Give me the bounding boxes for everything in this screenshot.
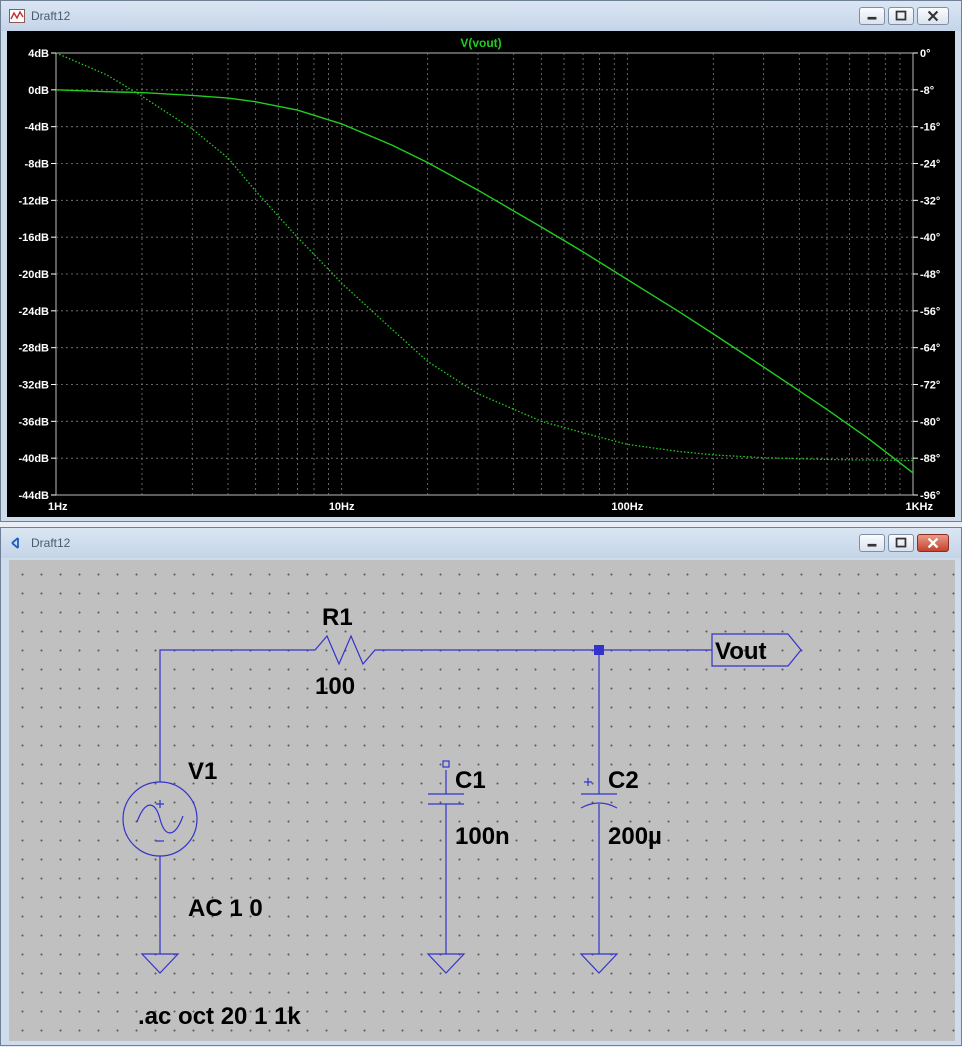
v1-name[interactable]: V1 — [188, 758, 217, 785]
voltage-source-v1[interactable] — [122, 781, 198, 857]
y-tick-label-right: -80° — [920, 416, 940, 428]
waveform-window: Draft12 4dB 0dB -4dB -8dB -12dB -16dB -20dB -24… — [0, 0, 962, 522]
spice-directive[interactable]: .ac oct 20 1 1k — [138, 1003, 301, 1030]
y-tick-label-right: -88° — [920, 453, 940, 465]
x-tick-label: 10Hz — [329, 501, 355, 513]
y-tick-label-right: -56° — [920, 306, 940, 318]
v1-value[interactable]: AC 1 0 — [188, 895, 263, 922]
y-tick-label-left: -40dB — [18, 453, 49, 465]
r1-value[interactable]: 100 — [315, 673, 355, 700]
phase-trace[interactable] — [55, 52, 914, 462]
y-tick-label-left: -44dB — [18, 490, 49, 502]
y-tick-label-left: -16dB — [18, 232, 49, 244]
schematic-canvas[interactable]: R1 100 V1 AC 1 0 C1 100n C2 200µ Vout .a… — [9, 560, 955, 1041]
x-tick-label: 1KHz — [905, 501, 933, 513]
waveform-titlebar[interactable]: Draft12 — [1, 1, 961, 31]
r1-name[interactable]: R1 — [322, 604, 353, 631]
maximize-button[interactable] — [888, 7, 914, 25]
c1-name[interactable]: C1 — [455, 767, 486, 794]
junction-dot — [594, 645, 604, 655]
y-tick-label-left: -24dB — [18, 306, 49, 318]
maximize-button[interactable] — [888, 534, 914, 552]
y-tick-label-right: -72° — [920, 380, 940, 392]
magnitude-trace[interactable] — [55, 89, 914, 474]
y-tick-label-right: -8° — [920, 85, 934, 97]
ground-c2[interactable] — [579, 953, 619, 974]
c1-value[interactable]: 100n — [455, 823, 510, 850]
minimize-button[interactable] — [859, 7, 885, 25]
y-tick-label-left: -20dB — [18, 269, 49, 281]
schematic-window-title: Draft12 — [31, 536, 71, 550]
x-tick-label: 100Hz — [611, 501, 643, 513]
trace-label[interactable]: V(vout) — [460, 36, 501, 50]
maximize-icon — [895, 537, 907, 548]
resistor-r1[interactable] — [303, 634, 377, 666]
waveform-app-icon — [9, 9, 25, 23]
y-tick-label-right: -16° — [920, 122, 940, 134]
y-tick-label-right: -40° — [920, 232, 940, 244]
y-tick-label-right: -32° — [920, 195, 940, 207]
y-tick-label-right: -24° — [920, 159, 940, 171]
y-tick-label-right: 0° — [920, 48, 931, 60]
maximize-icon — [895, 10, 907, 21]
bode-plot: 4dB 0dB -4dB -8dB -12dB -16dB -20dB -24dB -28dB -… — [18, 36, 940, 513]
schematic-titlebar[interactable]: Draft12 — [1, 528, 961, 558]
minimize-button[interactable] — [859, 534, 885, 552]
wire-v1-r1[interactable] — [159, 649, 303, 782]
y-tick-label-left: -8dB — [25, 159, 50, 171]
y-tick-label-left: -36dB — [18, 416, 49, 428]
y-tick-label-left: -32dB — [18, 380, 49, 392]
close-button[interactable] — [917, 7, 949, 25]
vout-label-text[interactable]: Vout — [715, 638, 767, 665]
y-tick-label-right: -64° — [920, 343, 940, 355]
minimize-icon — [867, 16, 877, 20]
schematic-window: Draft12 R1 100 V1 AC 1 0 C1 100n C2 200µ… — [0, 527, 962, 1046]
close-button[interactable] — [917, 534, 949, 552]
y-tick-label-left: -28dB — [18, 343, 49, 355]
waveform-window-title: Draft12 — [31, 9, 71, 23]
y-tick-label-left: 4dB — [28, 48, 49, 60]
y-tick-label-left: -12dB — [18, 195, 49, 207]
x-tick-label: 1Hz — [48, 501, 68, 513]
y-tick-label-right: -48° — [920, 269, 940, 281]
c2-name[interactable]: C2 — [608, 767, 639, 794]
minimize-icon — [867, 543, 877, 547]
close-icon — [927, 10, 939, 22]
close-icon — [927, 537, 939, 549]
ground-v1[interactable] — [140, 953, 180, 974]
y-tick-label-left: -4dB — [25, 122, 50, 134]
plot-frame — [55, 52, 914, 496]
ground-c1[interactable] — [426, 953, 466, 974]
plot-pane[interactable]: 4dB 0dB -4dB -8dB -12dB -16dB -20dB -24dB -28dB -… — [7, 31, 955, 517]
c2-value[interactable]: 200µ — [608, 823, 662, 850]
circuit-schematic: R1 100 V1 AC 1 0 C1 100n C2 200µ Vout .a… — [122, 604, 802, 1030]
y-tick-label-left: 0dB — [28, 85, 49, 97]
schematic-app-icon — [11, 537, 19, 549]
